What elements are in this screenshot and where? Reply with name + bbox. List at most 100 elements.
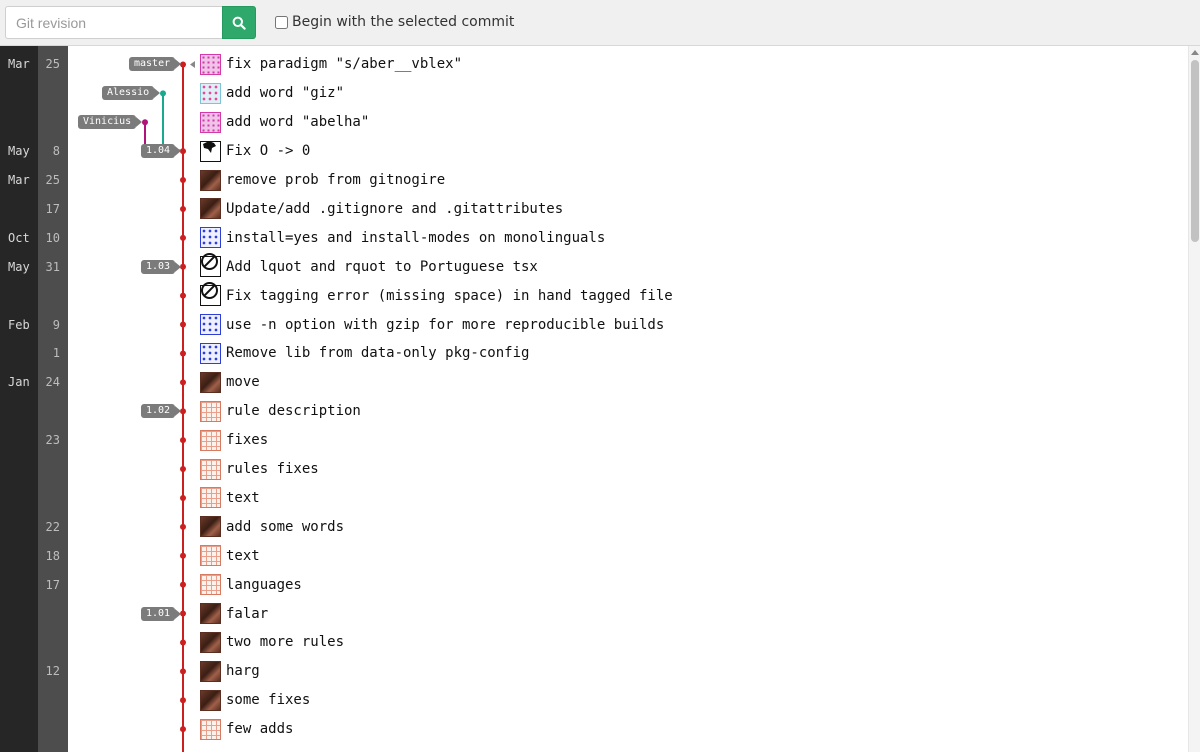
begin-with-selected-label[interactable]: Begin with the selected commit [292,14,514,30]
commit-message: some fixes [226,692,311,709]
ref-label-1-03[interactable]: 1.03 [141,259,182,274]
commit-row[interactable]: fixes [200,426,268,455]
commit-message: rules fixes [226,461,319,478]
commit-row[interactable]: some fixes [200,686,310,715]
commit-message: falar [226,605,269,622]
commit-message: use -n option with gzip for more reprodu… [226,316,665,333]
commit-dot [180,581,186,588]
author-avatar [200,429,221,451]
author-avatar [200,631,221,653]
commit-day: 23 [45,433,60,448]
commit-month: May [8,259,30,274]
commit-dot [180,552,186,559]
commit-day: 12 [45,664,60,679]
author-avatar [200,253,221,278]
commit-row[interactable]: few adds [200,715,293,744]
author-avatar [200,53,221,75]
commit-row[interactable]: add word "giz" [200,79,344,108]
commit-dot [142,119,148,126]
ref-label-1-02[interactable]: 1.02 [141,404,182,419]
author-avatar [200,689,221,711]
ref-label-1-01[interactable]: 1.01 [141,606,182,621]
commit-message: add word "abelha" [226,114,370,131]
commit-day: 9 [52,317,60,332]
author-avatar [200,574,221,596]
author-avatar [200,82,221,104]
ref-label-alessio[interactable]: Alessio [102,86,161,101]
commit-day: 18 [45,548,60,563]
ref-label-1-04[interactable]: 1.04 [141,144,182,159]
toolbar: Begin with the selected commit [0,0,1200,46]
commit-message: remove prob from gitnogire [226,172,446,189]
commit-message: languages [226,576,302,593]
commit-graph: master Alessio Vinicius 1.04 1.03 1.02 1.01 fix… [68,46,1188,752]
commit-dot [180,668,186,675]
git-revision-input[interactable] [5,6,222,39]
scroll-up-arrow-icon[interactable] [1191,50,1199,55]
begin-with-selected-checkbox[interactable] [275,16,288,29]
commit-dot [180,466,186,473]
commit-row[interactable]: Fix tagging error (missing space) in han… [200,281,673,310]
commit-row[interactable]: two more rules [200,628,344,657]
ref-label-vinicius[interactable]: Vinicius [78,115,143,130]
commit-message: install=yes and install-modes on monolin… [226,229,606,246]
commit-day: 17 [45,577,60,592]
commit-row[interactable]: text [200,483,260,512]
commit-month: May [8,144,30,159]
author-avatar [200,545,221,567]
commit-row[interactable]: Add lquot and rquot to Portuguese tsx [200,252,538,281]
commit-dot [180,292,186,299]
commit-dot [180,639,186,646]
author-avatar [200,603,221,625]
month-column: Mar May Mar Oct May Feb Jan [0,46,38,752]
commit-row[interactable]: Remove lib from data-only pkg-config [200,339,529,368]
commit-message: text [226,547,260,564]
commit-dot [180,697,186,704]
author-avatar [200,198,221,220]
commit-row[interactable]: add some words [200,512,344,541]
commit-day: 17 [45,201,60,216]
commit-row[interactable]: rules fixes [200,455,319,484]
commit-month: Feb [8,317,30,332]
commit-dot [180,726,186,733]
commit-row[interactable]: add word "abelha" [200,108,369,137]
author-avatar [200,516,221,538]
commit-row[interactable]: rule description [200,397,361,426]
commit-row[interactable]: install=yes and install-modes on monolin… [200,223,605,252]
commit-dot [180,350,186,357]
commit-day: 1 [52,346,60,361]
author-avatar [200,342,221,364]
ref-label-master[interactable]: master [129,57,182,72]
commit-message: move [226,374,260,391]
commit-row[interactable]: languages [200,570,302,599]
commit-month: Oct [8,230,30,245]
commit-row[interactable]: harg [200,657,260,686]
commit-row[interactable]: use -n option with gzip for more reprodu… [200,310,664,339]
commit-row[interactable]: remove prob from gitnogire [200,166,445,195]
scrollbar-thumb[interactable] [1191,60,1199,242]
commit-message: rule description [226,403,361,420]
commit-message: harg [226,663,260,680]
commit-message: Remove lib from data-only pkg-config [226,345,530,362]
commit-dot [180,437,186,444]
commit-row[interactable]: fix paradigm "s/aber__vblex" [200,50,462,79]
commit-row[interactable]: Fix O -> 0 [200,137,310,166]
commit-day: 25 [45,57,60,72]
author-avatar [200,371,221,393]
author-avatar [200,227,221,249]
commit-dot [180,379,186,386]
commit-message: text [226,489,260,506]
commit-message: Update/add .gitignore and .gitattributes [226,200,564,217]
author-avatar [200,487,221,509]
vertical-scrollbar[interactable] [1188,46,1200,752]
commit-row[interactable]: move [200,368,260,397]
author-avatar [200,111,221,133]
commit-dot [180,234,186,241]
commit-row[interactable]: text [200,541,260,570]
commit-row[interactable]: falar [200,599,268,628]
search-button[interactable] [222,6,256,39]
commit-row[interactable]: Update/add .gitignore and .gitattributes [200,194,563,223]
commit-dot [180,321,186,328]
author-avatar [200,314,221,336]
commit-dot [180,523,186,530]
